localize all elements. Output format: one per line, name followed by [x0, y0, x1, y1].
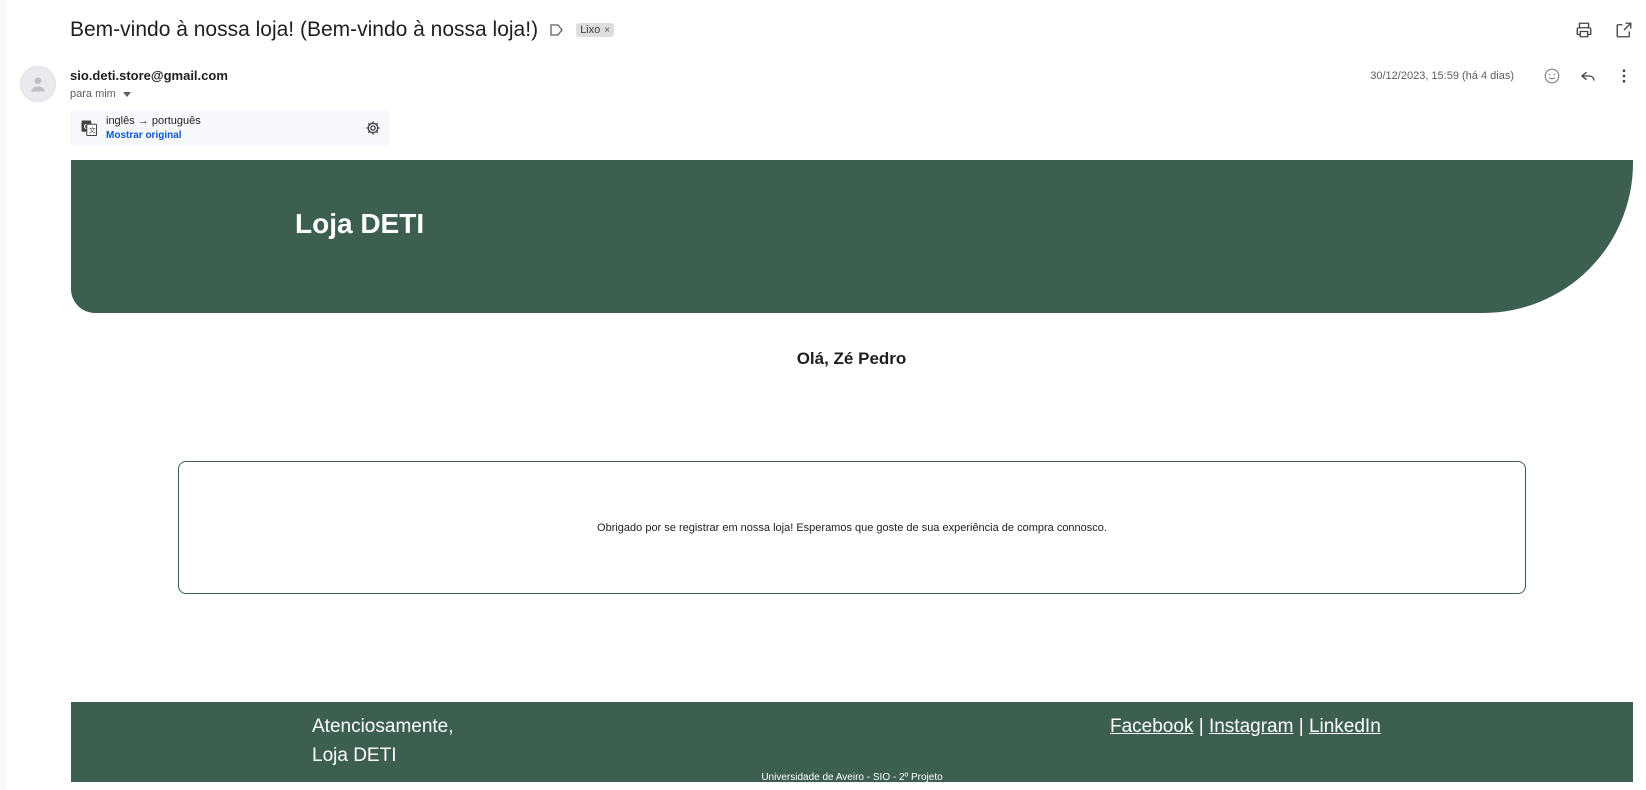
label-remove-icon[interactable]: × [604, 25, 610, 36]
recipient-label: para mim [70, 88, 116, 100]
facebook-link[interactable]: Facebook [1110, 716, 1193, 737]
closing: Atenciosamente, Loja DETI [312, 712, 454, 770]
closing-line-1: Atenciosamente, [312, 716, 454, 737]
linkedin-link[interactable]: LinkedIn [1309, 716, 1381, 737]
left-strip [0, 0, 7, 790]
label-chip-text: Lixo [580, 24, 601, 36]
gear-icon[interactable] [365, 120, 381, 136]
email-footer: Atenciosamente, Loja DETI Facebook | Ins… [71, 702, 1633, 783]
social-links: Facebook | Instagram | LinkedIn [1110, 712, 1381, 741]
separator: | [1298, 716, 1304, 737]
footer-note: Universidade de Aveiro - SIO - 2º Projet… [761, 772, 943, 783]
sender-email[interactable]: sio.deti.store@gmail.com [70, 68, 228, 83]
translation-box: G文 inglês → português Mostrar original [70, 110, 389, 146]
store-title: Loja DETI [295, 208, 425, 239]
message-actions [1542, 66, 1634, 86]
top-right-toolbar [1574, 20, 1634, 40]
show-original-link[interactable]: Mostrar original [106, 130, 182, 141]
avatar[interactable] [20, 66, 56, 102]
greeting: Olá, Zé Pedro [796, 349, 907, 368]
message-text: Obrigado por se registrar em nossa loja!… [597, 521, 1107, 534]
open-in-new-icon[interactable] [1614, 20, 1634, 40]
print-icon[interactable] [1574, 20, 1594, 40]
caret-down-icon [122, 91, 131, 97]
emoji-icon[interactable] [1542, 66, 1562, 86]
more-vert-icon[interactable] [1614, 66, 1634, 86]
email-subject: Bem-vindo à nossa loja! (Bem-vindo à nos… [70, 18, 539, 41]
separator: | [1198, 716, 1204, 737]
message-box: Obrigado por se registrar em nossa loja!… [178, 461, 1526, 594]
svg-text:文: 文 [89, 126, 96, 135]
reply-icon[interactable] [1578, 66, 1598, 86]
translation-languages: inglês → português [106, 115, 201, 127]
email-date: 30/12/2023, 15:59 (há 4 dias) [1370, 70, 1514, 82]
recipient-toggle[interactable]: para mim [70, 88, 131, 100]
closing-line-2: Loja DETI [312, 745, 397, 766]
subject-bar: Bem-vindo à nossa loja! (Bem-vindo à nos… [70, 16, 615, 44]
translate-icon: G文 [80, 119, 98, 137]
instagram-link[interactable]: Instagram [1209, 716, 1293, 737]
label-arrow-icon[interactable] [550, 23, 568, 37]
label-chip[interactable]: Lixo × [576, 23, 615, 37]
